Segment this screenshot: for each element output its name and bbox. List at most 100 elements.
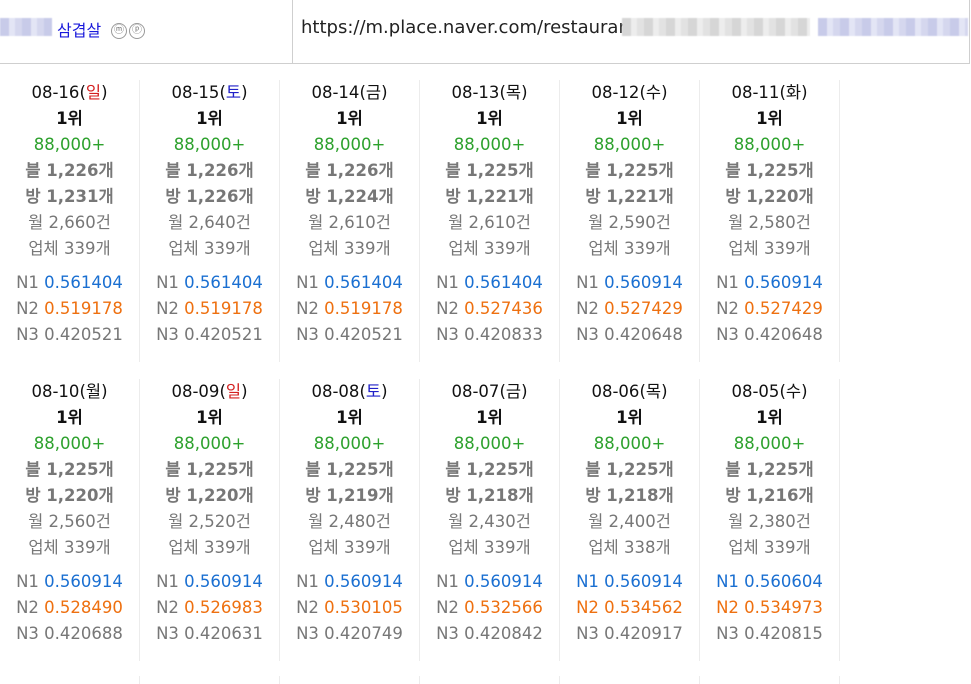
monthly-count: 월 2,640건 [168,213,251,232]
date-label: 08-15(토) [171,83,248,102]
weekday: 목 [505,83,522,102]
search-volume: 88,000+ [33,135,106,154]
redacted-text [0,18,52,36]
day-cell: 08-14(금) 1위 88,000+ 블 1,226개 방 1,224개 월 2,610… [280,80,420,362]
rank-value: 1위 [616,408,643,427]
day-cell: 08-11(화) 1위 88,000+ 블 1,225개방 1,220개월 2,580… [700,80,840,362]
n2-score: N2 0.534973 [716,598,823,617]
business-count: 업체 339개 [308,239,391,258]
redacted-url-part [622,18,810,36]
weekday: 금 [365,83,382,102]
visitor-review-count: 방 1,219개 [305,486,394,505]
day-cell: 08-16(일) 1위 88,000+ 블 1,226개 방 1,231개 월 2,660… [0,80,140,362]
n1-score: N1 0.560914 [16,572,123,591]
n3-score: N3 0.420833 [436,325,543,344]
monthly-count: 월 2,590건 [588,213,671,232]
n2-score: N2 0.527429 [716,299,823,318]
n1-score: N1 0.560604 [716,572,823,591]
date-label: 08-14(금) [311,83,388,102]
business-count: 업체 339개 [588,239,671,258]
day-cell: 08-07(금) 1위 88,000+ 블 1,225개 방 1,218개 월 2,430… [420,379,560,661]
n2-score: N2 0.526983 [156,598,263,617]
n3-score: N3 0.420631 [156,624,263,643]
n3-score: N3 0.420917 [576,624,683,643]
monthly-count: 월 2,560건 [28,512,111,531]
blog-review-count: 블 1,225개 [725,460,814,479]
visitor-review-count: 방 1,216개 [725,486,814,505]
visitor-review-count: 방 1,224개 [305,187,394,206]
visitor-review-count: 방 1,220개 [165,486,254,505]
date-label: 08-05(수) [731,382,808,401]
business-count: 업체 339개 [728,239,811,258]
keyword-link[interactable]: 삼겹살 [57,17,101,41]
n3-score: N3 0.420842 [436,624,543,643]
date-label: 08-13(목) [451,83,528,102]
rank-value: 1위 [336,408,363,427]
visitor-review-count: 방 1,231개 [25,187,114,206]
search-volume: 88,000+ [313,135,386,154]
weekday: 수 [645,83,662,102]
visitor-review-count: 방 1,220개 [25,486,114,505]
n2-score: N2 0.527436 [436,299,543,318]
search-volume: 88,000+ [733,135,806,154]
monthly-count: 월 2,430건 [448,512,531,531]
n2-score: N2 0.519178 [16,299,123,318]
blog-review-count: 블 1,225개 [445,460,534,479]
rank-value: 1위 [56,408,83,427]
n3-score: N3 0.420815 [716,624,823,643]
n2-score: N2 0.519178 [156,299,263,318]
date-label: 08-06(목) [591,382,668,401]
blog-review-count: 블 1,225개 [585,161,674,180]
blog-review-count: 블 1,226개 [25,161,114,180]
search-volume: 88,000+ [593,434,666,453]
search-volume: 88,000+ [593,135,666,154]
blog-review-count: 블 1,225개 [585,460,674,479]
pc-p-icon[interactable]: ⓟ [129,23,145,39]
rank-value: 1위 [476,109,503,128]
n3-score: N3 0.420648 [576,325,683,344]
search-volume: 88,000+ [313,434,386,453]
day-cell: 08-06(목) 1위 88,000+ 블 1,225개 방 1,218개 월 2,400… [560,379,700,661]
n1-score: N1 0.560914 [576,572,683,591]
blog-review-count: 블 1,225개 [25,460,114,479]
search-volume: 88,000+ [33,434,106,453]
search-volume: 88,000+ [173,135,246,154]
search-volume: 88,000+ [453,434,526,453]
n2-score: N2 0.528490 [16,598,123,617]
rank-value: 1위 [476,408,503,427]
search-volume: 88,000+ [173,434,246,453]
n3-score: N3 0.420521 [156,325,263,344]
weekday: 수 [785,382,802,401]
monthly-count: 월 2,580건 [728,213,811,232]
date-label: 08-11(화) [731,83,808,102]
n1-score: N1 0.561404 [156,273,263,292]
rank-value: 1위 [196,109,223,128]
business-count: 업체 339개 [168,538,251,557]
n2-score: N2 0.530105 [296,598,403,617]
day-cell: 08-05(수) 1위 88,000+ 블 1,225개 방 1,216개 월 2,380… [700,379,840,661]
weekday: 일 [225,382,242,401]
mobile-m-icon[interactable]: ⓜ [111,23,127,39]
visitor-review-count: 방 1,220개 [725,187,814,206]
weekday: 화 [785,83,802,102]
date-label: 08-07(금) [451,382,528,401]
monthly-count: 월 2,480건 [308,512,391,531]
n3-score: N3 0.420648 [716,325,823,344]
n1-score: N1 0.560914 [436,572,543,591]
business-count: 업체 339개 [28,538,111,557]
date-label: 08-08(토) [311,382,388,401]
n1-score: N1 0.561404 [436,273,543,292]
rank-value: 1위 [756,408,783,427]
blog-review-count: 블 1,225개 [445,161,534,180]
rank-value: 1위 [196,408,223,427]
visitor-review-count: 방 1,218개 [585,486,674,505]
n1-score: N1 0.560914 [576,273,683,292]
n1-score: N1 0.561404 [16,273,123,292]
weekday: 일 [85,83,102,102]
monthly-count: 월 2,660건 [28,213,111,232]
place-url[interactable]: https://m.place.naver.com/restaurant/ [301,17,643,38]
rank-value: 1위 [756,109,783,128]
date-label: 08-10(월) [31,382,108,401]
rank-value: 1위 [336,109,363,128]
blog-review-count: 블 1,225개 [725,161,814,180]
